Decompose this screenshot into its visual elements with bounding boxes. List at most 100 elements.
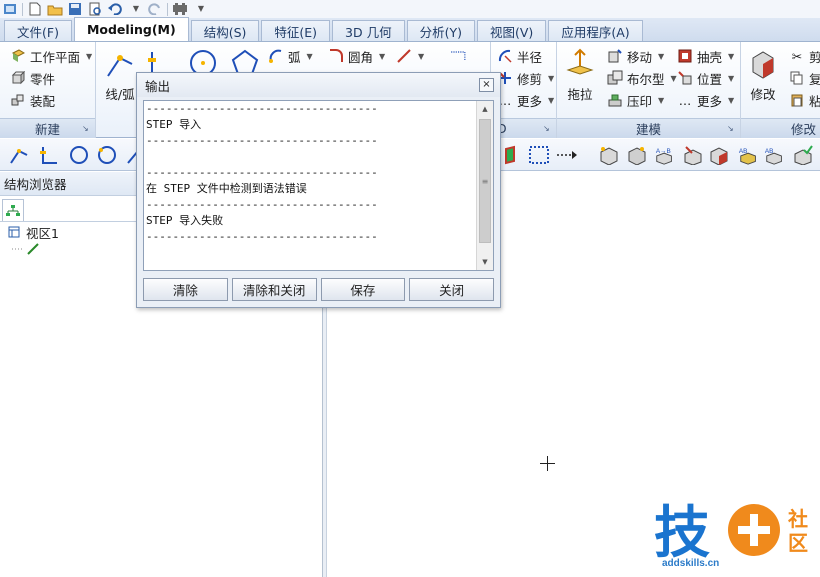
split-box-icon[interactable] <box>682 144 704 166</box>
output-line: 在 STEP 文件中检测到语法错误 <box>146 182 307 195</box>
new-icon[interactable] <box>27 2 43 17</box>
solid-box-icon-2[interactable] <box>626 144 648 166</box>
rectangle-tool-button[interactable] <box>450 46 466 66</box>
tab-applications[interactable]: 应用程序(A) <box>548 20 643 41</box>
part-button[interactable]: 零件 <box>10 68 55 88</box>
more-model-button[interactable]: … 更多 ▼ <box>677 90 734 110</box>
move-button[interactable]: 移动 ▼ <box>607 46 664 66</box>
redo-icon[interactable] <box>147 2 163 17</box>
watermark-url: addskills.cn <box>662 558 720 569</box>
scroll-up-icon[interactable]: ▲ <box>477 101 493 117</box>
line-icon <box>396 48 412 64</box>
tab-analysis[interactable]: 分析(Y) <box>406 20 475 41</box>
shell-icon <box>677 48 693 64</box>
chevron-down-icon: ▼ <box>728 51 735 61</box>
tab-modeling[interactable]: Modeling(M) <box>73 17 189 41</box>
crosshair-cursor-vertical <box>547 456 548 471</box>
copy-icon <box>789 70 805 86</box>
tab-features[interactable]: 特征(E) <box>261 20 331 41</box>
tab-3d-geometry[interactable]: 3D 几何 <box>332 20 405 41</box>
ab-boxes-icon-1[interactable]: AB <box>738 144 760 166</box>
app-icon[interactable] <box>2 2 18 17</box>
more-edit-button[interactable]: … 更多 ▼ <box>497 90 554 110</box>
tab-structure[interactable]: 结构(S) <box>190 20 260 41</box>
fillet-button[interactable]: 圆角 ▼ <box>328 46 385 66</box>
modify-button[interactable]: 修改 <box>747 48 779 103</box>
red-box-icon[interactable] <box>708 144 730 166</box>
position-icon <box>677 70 693 86</box>
scroll-down-icon[interactable]: ▼ <box>477 254 493 270</box>
line-arc-button[interactable]: 线/弧 <box>104 48 136 103</box>
structure-tree-tab[interactable] <box>2 199 24 221</box>
ribbon-group-model: 拖拉 移动 ▼ 布尔型 ▼ 压印 ▼ 抽壳 ▼ 位置 ▼ … 更多 ▼ 建模 ↘ <box>557 42 741 138</box>
cut-button[interactable]: ✂ 剪 <box>789 46 820 66</box>
group-launcher-icon[interactable]: ↘ <box>543 124 553 134</box>
open-icon[interactable] <box>47 2 63 17</box>
move-label: 移动 <box>627 49 653 65</box>
boolean-label: 布尔型 <box>627 71 665 87</box>
chevron-down-icon: ▼ <box>86 51 93 61</box>
paste-button[interactable]: 粘 <box>789 90 820 110</box>
clear-and-close-button[interactable]: 清除和关闭 <box>231 278 317 301</box>
curve-icon <box>12 243 39 255</box>
scissors-icon: ✂ <box>791 48 803 64</box>
boolean-button[interactable]: 布尔型 ▼ <box>607 68 677 88</box>
chevron-down-icon: ▼ <box>548 95 555 105</box>
tab-view[interactable]: 视图(V) <box>477 20 547 41</box>
clear-button[interactable]: 清除 <box>143 278 228 301</box>
trim-button[interactable]: 修剪 ▼ <box>497 68 554 88</box>
drag-button[interactable]: 拖拉 <box>565 48 595 103</box>
close-icon[interactable]: × <box>479 78 494 92</box>
radius-label: 半径 <box>517 49 543 65</box>
tab-file[interactable]: 文件(F) <box>4 20 72 41</box>
copy-button[interactable]: 复 <box>789 68 820 88</box>
scroll-thumb[interactable]: ≡ <box>479 119 491 243</box>
corner-small-icon[interactable] <box>38 144 60 166</box>
output-line: ----------------------------------- <box>146 102 378 115</box>
dashed-rectangle-icon[interactable] <box>528 144 550 166</box>
copy-label: 复 <box>809 71 820 87</box>
ribbon-group-model-label: 建模 <box>635 122 661 137</box>
check-box-icon[interactable] <box>792 144 814 166</box>
save-button[interactable]: 保存 <box>320 278 406 301</box>
shell-button[interactable]: 抽壳 ▼ <box>677 46 734 66</box>
output-line: ----------------------------------- <box>146 134 378 147</box>
group-launcher-icon[interactable]: ↘ <box>727 124 737 134</box>
solid-box-icon-1[interactable] <box>598 144 620 166</box>
circle-small-icon[interactable] <box>68 144 90 166</box>
save-icon[interactable] <box>67 2 83 17</box>
press-label: 压印 <box>627 93 653 109</box>
paste-label: 粘 <box>809 93 820 109</box>
output-text-area[interactable]: ----------------------------------- STEP… <box>143 100 494 271</box>
undo-dropdown-icon[interactable]: ▼ <box>127 2 143 17</box>
modify-label: 修改 <box>750 87 776 102</box>
press-button[interactable]: 压印 ▼ <box>607 90 664 110</box>
more-model-label: 更多 <box>697 93 723 109</box>
line-arc-small-icon[interactable] <box>8 144 30 166</box>
customize-dropdown-icon[interactable]: ▼ <box>192 2 208 17</box>
options-icon[interactable] <box>172 2 188 17</box>
output-line: ----------------------------------- <box>146 166 378 179</box>
position-label: 位置 <box>697 71 723 87</box>
ab-box-icon[interactable]: A→B <box>654 144 676 166</box>
print-preview-icon[interactable] <box>87 2 103 17</box>
extrude-face-icon[interactable] <box>500 144 522 166</box>
output-scrollbar[interactable]: ▲ ≡ ▼ <box>476 101 493 270</box>
radius-button[interactable]: 半径 <box>497 46 542 66</box>
undo-icon[interactable] <box>107 2 123 17</box>
line-tool-button[interactable]: ▼ <box>396 46 424 66</box>
workplane-button[interactable]: 工作平面 ▼ <box>10 46 92 66</box>
arc-label: 弧 <box>288 49 301 65</box>
chevron-down-icon: ▼ <box>670 73 677 83</box>
position-button[interactable]: 位置 ▼ <box>677 68 734 88</box>
assembly-button[interactable]: 装配 <box>10 90 55 110</box>
ab-boxes-icon-2[interactable]: AB <box>764 144 786 166</box>
arc-button[interactable]: 弧 ▼ <box>268 46 313 66</box>
close-button[interactable]: 关闭 <box>409 278 494 301</box>
dashed-arrow-icon[interactable] <box>556 144 578 166</box>
circle-3pt-small-icon[interactable] <box>96 144 118 166</box>
chevron-down-icon: ▼ <box>379 51 386 61</box>
group-launcher-icon[interactable]: ↘ <box>82 124 92 134</box>
ribbon-group-new: 工作平面 ▼ 零件 装配 新建 ↘ <box>0 42 96 138</box>
